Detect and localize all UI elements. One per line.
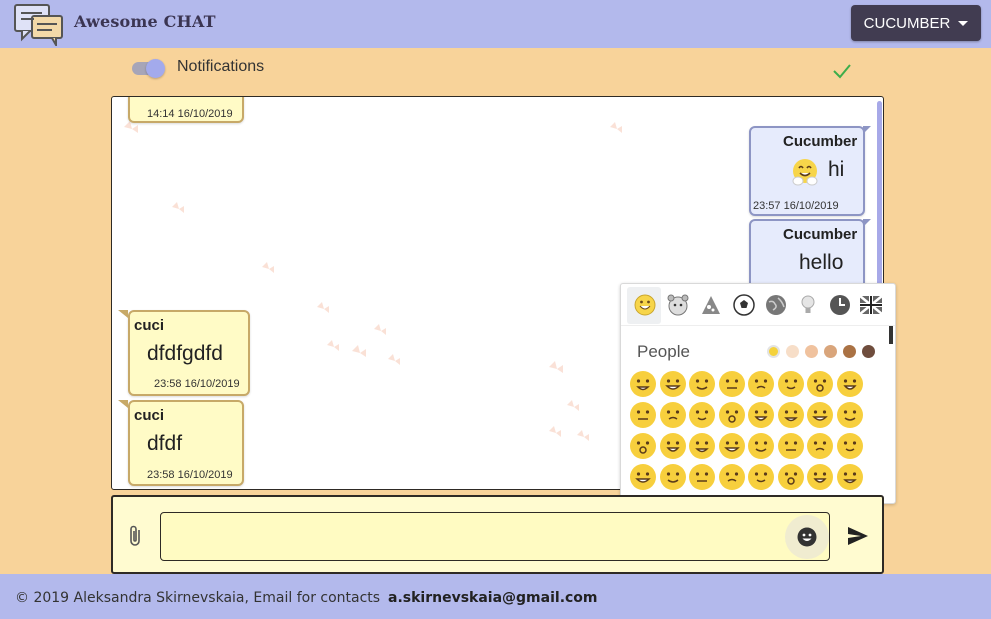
message-input[interactable] bbox=[160, 512, 830, 561]
skin-tone-medium[interactable] bbox=[824, 345, 837, 358]
caret-down-icon bbox=[958, 20, 969, 26]
emoji-option[interactable] bbox=[629, 401, 657, 429]
emoji-toggle-button[interactable] bbox=[785, 515, 829, 559]
message-bubble-incoming[interactable]: cuci dfdfgdfd 23:58 16/10/2019 bbox=[128, 310, 250, 396]
emoji-category-bar bbox=[621, 284, 895, 326]
emoji-option[interactable] bbox=[836, 401, 864, 429]
skin-tone-medium-light[interactable] bbox=[805, 345, 818, 358]
emoji-option[interactable] bbox=[777, 370, 805, 398]
message-timestamp: 14:14 16/10/2019 bbox=[147, 108, 233, 120]
message-timestamp: 23:58 16/10/2019 bbox=[147, 469, 233, 481]
emoji-option[interactable] bbox=[688, 432, 716, 460]
emoji-option[interactable] bbox=[836, 370, 864, 398]
skin-tone-light[interactable] bbox=[786, 345, 799, 358]
emoji-option[interactable] bbox=[718, 463, 746, 491]
emoji-option[interactable] bbox=[806, 463, 834, 491]
emoji-option[interactable] bbox=[747, 370, 775, 398]
chat-logo-icon[interactable] bbox=[14, 4, 64, 46]
message-bubble-incoming[interactable]: 14:14 16/10/2019 bbox=[128, 97, 244, 123]
emoji-option[interactable] bbox=[659, 463, 687, 491]
emoji-option[interactable] bbox=[688, 463, 716, 491]
emoji-option[interactable] bbox=[629, 463, 657, 491]
emoji-option[interactable] bbox=[747, 463, 775, 491]
food-icon[interactable] bbox=[699, 293, 723, 317]
notifications-label: Notifications bbox=[177, 58, 265, 75]
message-timestamp: 23:57 16/10/2019 bbox=[753, 200, 839, 212]
activity-icon[interactable] bbox=[732, 293, 756, 317]
skin-tone-medium-dark[interactable] bbox=[843, 345, 856, 358]
bubble-tail bbox=[863, 219, 871, 227]
message-text: hi bbox=[828, 158, 845, 181]
travel-icon[interactable] bbox=[764, 293, 788, 317]
flags-icon[interactable] bbox=[859, 293, 883, 317]
emoji-section-label: People bbox=[637, 342, 690, 361]
emoji-option[interactable] bbox=[806, 432, 834, 460]
smileys-icon[interactable] bbox=[633, 293, 657, 317]
footer-email-link[interactable]: a.skirnevskaia@gmail.com bbox=[388, 590, 598, 606]
emoji-option[interactable] bbox=[777, 463, 805, 491]
checkmark-icon bbox=[833, 64, 851, 79]
message-timestamp: 23:58 16/10/2019 bbox=[154, 378, 240, 390]
message-text: dfdfgdfd bbox=[147, 342, 223, 365]
objects-icon[interactable] bbox=[796, 293, 820, 317]
paperclip-icon[interactable] bbox=[127, 524, 145, 548]
message-composer bbox=[111, 495, 884, 574]
emoji-option[interactable] bbox=[659, 432, 687, 460]
bubble-tail bbox=[863, 126, 871, 134]
message-bubble-incoming[interactable]: cuci dfdf 23:58 16/10/2019 bbox=[128, 400, 244, 486]
skin-tone-default[interactable] bbox=[767, 345, 780, 358]
footer: © 2019 Aleksandra Skirnevskaia, Email fo… bbox=[0, 574, 991, 619]
emoji-option[interactable] bbox=[806, 370, 834, 398]
top-navbar: Awesome CHAT CUCUMBER bbox=[0, 0, 991, 48]
bubble-tail bbox=[118, 400, 128, 408]
emoji-option[interactable] bbox=[747, 401, 775, 429]
message-text: hello bbox=[799, 251, 844, 274]
footer-copyright: © 2019 Aleksandra Skirnevskaia, Email fo… bbox=[15, 590, 381, 606]
emoji-picker[interactable]: People bbox=[620, 283, 896, 504]
emoji-option[interactable] bbox=[659, 401, 687, 429]
message-author: Cucumber bbox=[783, 226, 858, 243]
emoji-option[interactable] bbox=[806, 401, 834, 429]
message-author: Cucumber bbox=[783, 133, 858, 150]
emoji-option[interactable] bbox=[836, 432, 864, 460]
emoji-option[interactable] bbox=[688, 401, 716, 429]
message-author: cuci bbox=[134, 407, 165, 424]
hugging-face-emoji-icon bbox=[792, 159, 818, 186]
symbols-icon[interactable] bbox=[828, 293, 852, 317]
emoji-option[interactable] bbox=[629, 370, 657, 398]
emoji-option[interactable] bbox=[777, 432, 805, 460]
emoji-option[interactable] bbox=[659, 370, 687, 398]
skin-tone-dark[interactable] bbox=[862, 345, 875, 358]
send-icon[interactable] bbox=[847, 525, 869, 547]
app-brand[interactable]: Awesome CHAT bbox=[74, 12, 216, 31]
animals-icon[interactable] bbox=[666, 293, 690, 317]
emoji-option[interactable] bbox=[718, 370, 746, 398]
emoji-option[interactable] bbox=[747, 432, 775, 460]
user-menu-button[interactable]: CUCUMBER bbox=[851, 5, 981, 41]
picker-scrollbar[interactable] bbox=[889, 326, 893, 344]
emoji-option[interactable] bbox=[718, 432, 746, 460]
smiley-icon bbox=[797, 527, 817, 547]
user-menu-label: CUCUMBER bbox=[863, 14, 951, 32]
message-bubble-outgoing[interactable]: Cucumber hi 23:57 16/10/2019 bbox=[749, 126, 865, 216]
bubble-tail bbox=[118, 310, 128, 318]
emoji-option[interactable] bbox=[777, 401, 805, 429]
emoji-option[interactable] bbox=[688, 370, 716, 398]
toggle-thumb bbox=[146, 59, 165, 78]
emoji-option[interactable] bbox=[718, 401, 746, 429]
message-author: cuci bbox=[134, 317, 165, 334]
emoji-option[interactable] bbox=[836, 463, 864, 491]
notifications-toggle[interactable] bbox=[130, 59, 166, 78]
chat-scrollbar[interactable] bbox=[877, 101, 882, 291]
emoji-option[interactable] bbox=[629, 432, 657, 460]
message-text: dfdf bbox=[147, 432, 183, 455]
